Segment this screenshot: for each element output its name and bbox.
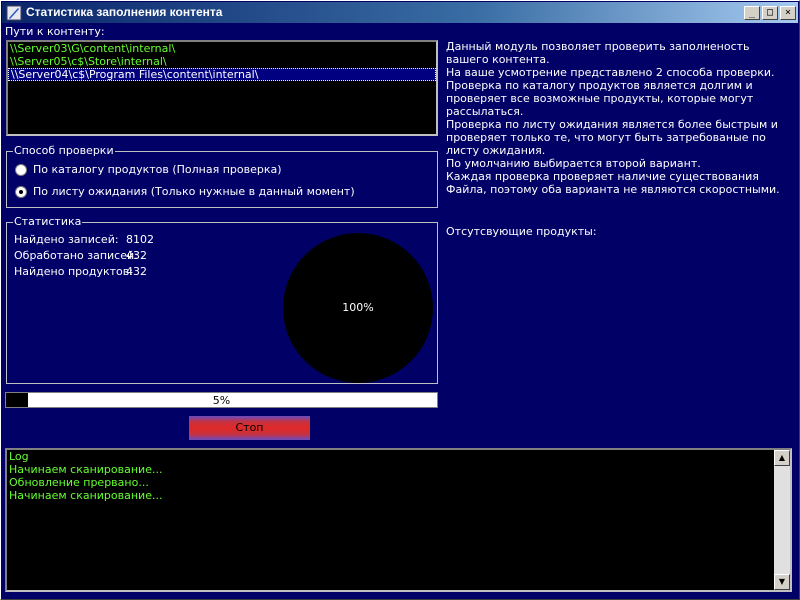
stat-value-processed-records: 432 [126, 249, 147, 262]
path-item[interactable]: \\Server03\G\content\internal\ [8, 42, 436, 55]
description-line: Проверка по каталогу продуктов является … [446, 79, 754, 118]
close-button[interactable]: × [780, 6, 796, 20]
description-line: Данный модуль позволяет проверить заполн… [446, 40, 750, 66]
log-line: Начинаем сканирование... [9, 489, 163, 502]
path-item[interactable]: \\Server05\c$\Store\internal\ [8, 55, 436, 68]
app-icon [6, 5, 22, 21]
log-line: Log [9, 450, 29, 463]
stats-group-title: Статистика [13, 215, 83, 228]
progress-bar: 5% [5, 392, 438, 408]
stat-label-found-products: Найдено продуктов: [14, 265, 133, 278]
stat-value-found-products: 432 [126, 265, 147, 278]
method-group-title: Способ проверки [13, 144, 115, 157]
pie-chart: 100% [283, 233, 433, 383]
missing-products-label: Отсутсвующие продукты: [446, 225, 597, 238]
description-line: На ваше усмотрение представлено 2 способ… [446, 66, 775, 79]
radio-label: По каталогу продуктов (Полная проверка) [33, 163, 282, 176]
stat-label-processed-records: Обработано записей: [14, 249, 138, 262]
scroll-up-icon[interactable]: ▲ [774, 450, 790, 466]
description-text: Данный модуль позволяет проверить заполн… [446, 40, 786, 196]
stats-group: Статистика Найдено записей: 8102 Обработ… [6, 215, 438, 384]
log-line: Обновление прервано... [9, 476, 149, 489]
pie-percent-label: 100% [342, 301, 374, 314]
radio-option-waitlist[interactable]: По листу ожидания (Только нужные в данны… [15, 185, 355, 198]
stat-value-found-records: 8102 [126, 233, 154, 246]
stop-button[interactable]: Стоп [189, 416, 310, 440]
main-window: Статистика заполнения контента _ □ × Пут… [0, 0, 800, 600]
description-line: Проверка по листу ожидания является боле… [446, 118, 778, 157]
log-line: Начинаем сканирование... [9, 463, 163, 476]
radio-label: По листу ожидания (Только нужные в данны… [33, 185, 355, 198]
progress-text: 5% [212, 394, 231, 407]
path-item-selected[interactable]: \\Server04\c$\Program Files\content\inte… [8, 68, 436, 81]
description-line: Каждая проверка проверяет наличие сущест… [446, 170, 780, 196]
radio-option-catalog[interactable]: По каталогу продуктов (Полная проверка) [15, 163, 282, 176]
window-title: Статистика заполнения контента [26, 5, 223, 19]
stat-label-found-records: Найдено записей: [14, 233, 119, 246]
title-bar[interactable]: Статистика заполнения контента _ □ × [2, 2, 798, 23]
maximize-button[interactable]: □ [762, 6, 778, 20]
paths-listbox[interactable]: \\Server03\G\content\internal\ \\Server0… [6, 40, 438, 136]
paths-label: Пути к контенту: [5, 25, 105, 38]
radio-button[interactable] [15, 185, 27, 198]
method-group: Способ проверки По каталогу продуктов (П… [6, 144, 438, 208]
log-scrollbar[interactable]: ▲ ▼ [774, 450, 790, 590]
description-line: По умолчанию выбирается второй вариант. [446, 157, 701, 170]
scroll-down-icon[interactable]: ▼ [774, 574, 790, 590]
radio-button[interactable] [15, 163, 27, 176]
minimize-button[interactable]: _ [744, 6, 760, 20]
log-box[interactable]: Log Начинаем сканирование... Обновление … [5, 448, 792, 592]
